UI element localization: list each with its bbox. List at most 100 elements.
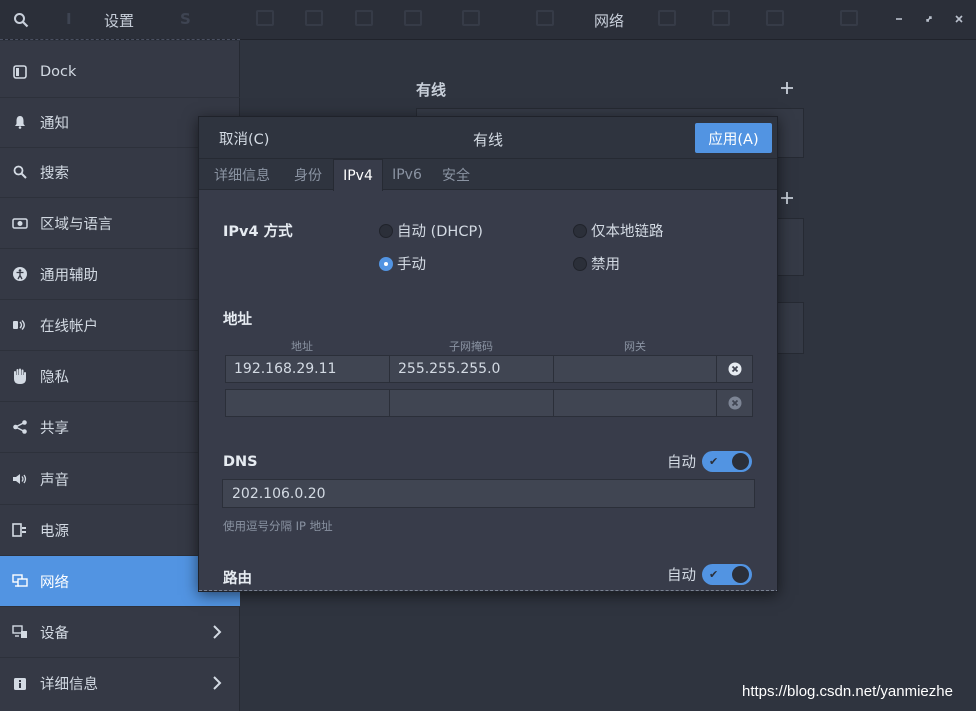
- radio-indicator: [573, 223, 587, 238]
- wired-settings-dialog: 取消(C) 有线 应用(A) 详细信息 身份 IPv4 IPv6 安全 IPv4…: [198, 116, 778, 592]
- close-icon: [955, 15, 963, 23]
- sidebar-item-label: Dock: [40, 64, 77, 80]
- dns-auto-label: 自动: [667, 455, 696, 471]
- network-title: 网络: [594, 12, 625, 30]
- faded-toolbar-icon: [840, 10, 858, 26]
- camera-icon: [12, 215, 28, 231]
- faded-toolbar-icon: [305, 10, 323, 26]
- sidebar-item-label: 网络: [40, 574, 69, 591]
- radio-label: 仅本地链路: [591, 224, 664, 240]
- address-row: [225, 389, 717, 417]
- network-icon: [12, 573, 28, 589]
- info-icon: [12, 676, 28, 692]
- tab-ipv6[interactable]: IPv6: [385, 159, 429, 190]
- add-vpn-icon[interactable]: [780, 191, 794, 205]
- maximize-button[interactable]: [922, 12, 936, 26]
- faded-icon: S: [180, 10, 191, 28]
- dns-label: DNS: [223, 454, 258, 470]
- radio-indicator-checked: [379, 256, 393, 271]
- faded-toolbar-icon: [712, 10, 730, 26]
- radio-indicator: [379, 223, 393, 238]
- faded-toolbar-icon: [766, 10, 784, 26]
- search-icon: [14, 13, 29, 28]
- address-row: 192.168.29.11 255.255.255.0: [225, 355, 717, 383]
- faded-toolbar-icon: [462, 10, 480, 26]
- faded-toolbar-icon: [404, 10, 422, 26]
- dns-input[interactable]: 202.106.0.20: [222, 479, 755, 508]
- address-input[interactable]: [226, 390, 390, 416]
- faded-toolbar-icon: [355, 10, 373, 26]
- tab-details[interactable]: 详细信息: [205, 159, 279, 190]
- routes-auto-switch[interactable]: ✔: [702, 564, 752, 585]
- delete-address-button[interactable]: [717, 355, 753, 383]
- tab-security[interactable]: 安全: [433, 159, 479, 190]
- remove-icon: [728, 362, 741, 376]
- radio-label: 禁用: [591, 257, 620, 273]
- routes-label: 路由: [223, 571, 252, 587]
- routes-auto-toggle[interactable]: 自动 ✔: [667, 564, 752, 585]
- chevron-right-icon: [213, 676, 222, 690]
- add-connection-icon[interactable]: [780, 81, 794, 95]
- sidebar-item-dock[interactable]: Dock: [0, 47, 240, 98]
- check-icon: ✔: [709, 568, 719, 581]
- sidebar-item-label: 在线帐户: [40, 318, 98, 335]
- dns-hint: 使用逗号分隔 IP 地址: [223, 519, 333, 533]
- hand-icon: [12, 368, 28, 384]
- apply-button[interactable]: 应用(A): [695, 123, 772, 153]
- settings-title: 设置: [104, 12, 135, 30]
- address-section-label: 地址: [223, 312, 252, 328]
- sidebar-item-label: 设备: [40, 625, 69, 642]
- close-window-button[interactable]: [952, 12, 966, 26]
- bell-icon: [12, 114, 28, 130]
- search-icon: [12, 164, 28, 180]
- sidebar-item-label: 电源: [40, 523, 69, 540]
- dns-auto-toggle[interactable]: 自动 ✔: [667, 451, 752, 472]
- radio-label: 手动: [397, 257, 426, 273]
- settings-header: I 设置 S: [0, 0, 240, 40]
- chevron-right-icon: [213, 625, 222, 639]
- search-button[interactable]: [8, 8, 34, 32]
- radio-link-local[interactable]: 仅本地链路: [573, 220, 664, 241]
- sidebar-item-label: 声音: [40, 472, 69, 489]
- switch-knob: [732, 453, 749, 470]
- dns-auto-switch[interactable]: ✔: [702, 451, 752, 472]
- faded-icon: I: [66, 10, 72, 28]
- gateway-input[interactable]: [554, 356, 716, 382]
- minimize-button[interactable]: [892, 12, 906, 26]
- delete-address-button[interactable]: [717, 389, 753, 417]
- address-input[interactable]: 192.168.29.11: [226, 356, 390, 382]
- window-controls: [892, 12, 966, 26]
- netmask-input[interactable]: 255.255.255.0: [390, 356, 554, 382]
- sidebar-item-label: 搜索: [40, 165, 69, 182]
- gateway-input[interactable]: [554, 390, 716, 416]
- radio-manual[interactable]: 手动: [379, 253, 426, 274]
- column-header-address: 地址: [291, 340, 313, 353]
- radio-indicator: [573, 256, 587, 271]
- switch-knob: [732, 566, 749, 583]
- tab-identity[interactable]: 身份: [285, 159, 331, 190]
- sidebar-item-details[interactable]: 详细信息: [0, 658, 240, 709]
- header-bar: I 设置 S 网络: [0, 0, 976, 40]
- online-accounts-icon: [12, 317, 28, 333]
- netmask-input[interactable]: [390, 390, 554, 416]
- watermark: https://blog.csdn.net/yanmiezhe: [742, 683, 953, 700]
- devices-icon: [12, 624, 28, 640]
- minimize-icon: [896, 18, 902, 20]
- dialog-bottom-edge: [199, 590, 777, 591]
- dialog-header: 取消(C) 有线 应用(A): [199, 117, 777, 159]
- sidebar-item-label: 隐私: [40, 369, 69, 386]
- faded-toolbar-icon: [536, 10, 554, 26]
- cancel-button[interactable]: 取消(C): [207, 124, 281, 152]
- radio-disable[interactable]: 禁用: [573, 253, 620, 274]
- power-icon: [12, 522, 28, 538]
- faded-toolbar-icon: [256, 10, 274, 26]
- remove-icon: [728, 396, 741, 410]
- wired-section-title: 有线: [416, 81, 447, 99]
- sidebar-item-label: 共享: [40, 420, 69, 437]
- sidebar-item-devices[interactable]: 设备: [0, 607, 240, 658]
- faded-toolbar-icon: [658, 10, 676, 26]
- tab-ipv4[interactable]: IPv4: [333, 159, 383, 191]
- dialog-title: 有线: [473, 131, 504, 149]
- sidebar-item-label: 详细信息: [40, 677, 98, 693]
- radio-auto-dhcp[interactable]: 自动 (DHCP): [379, 220, 483, 241]
